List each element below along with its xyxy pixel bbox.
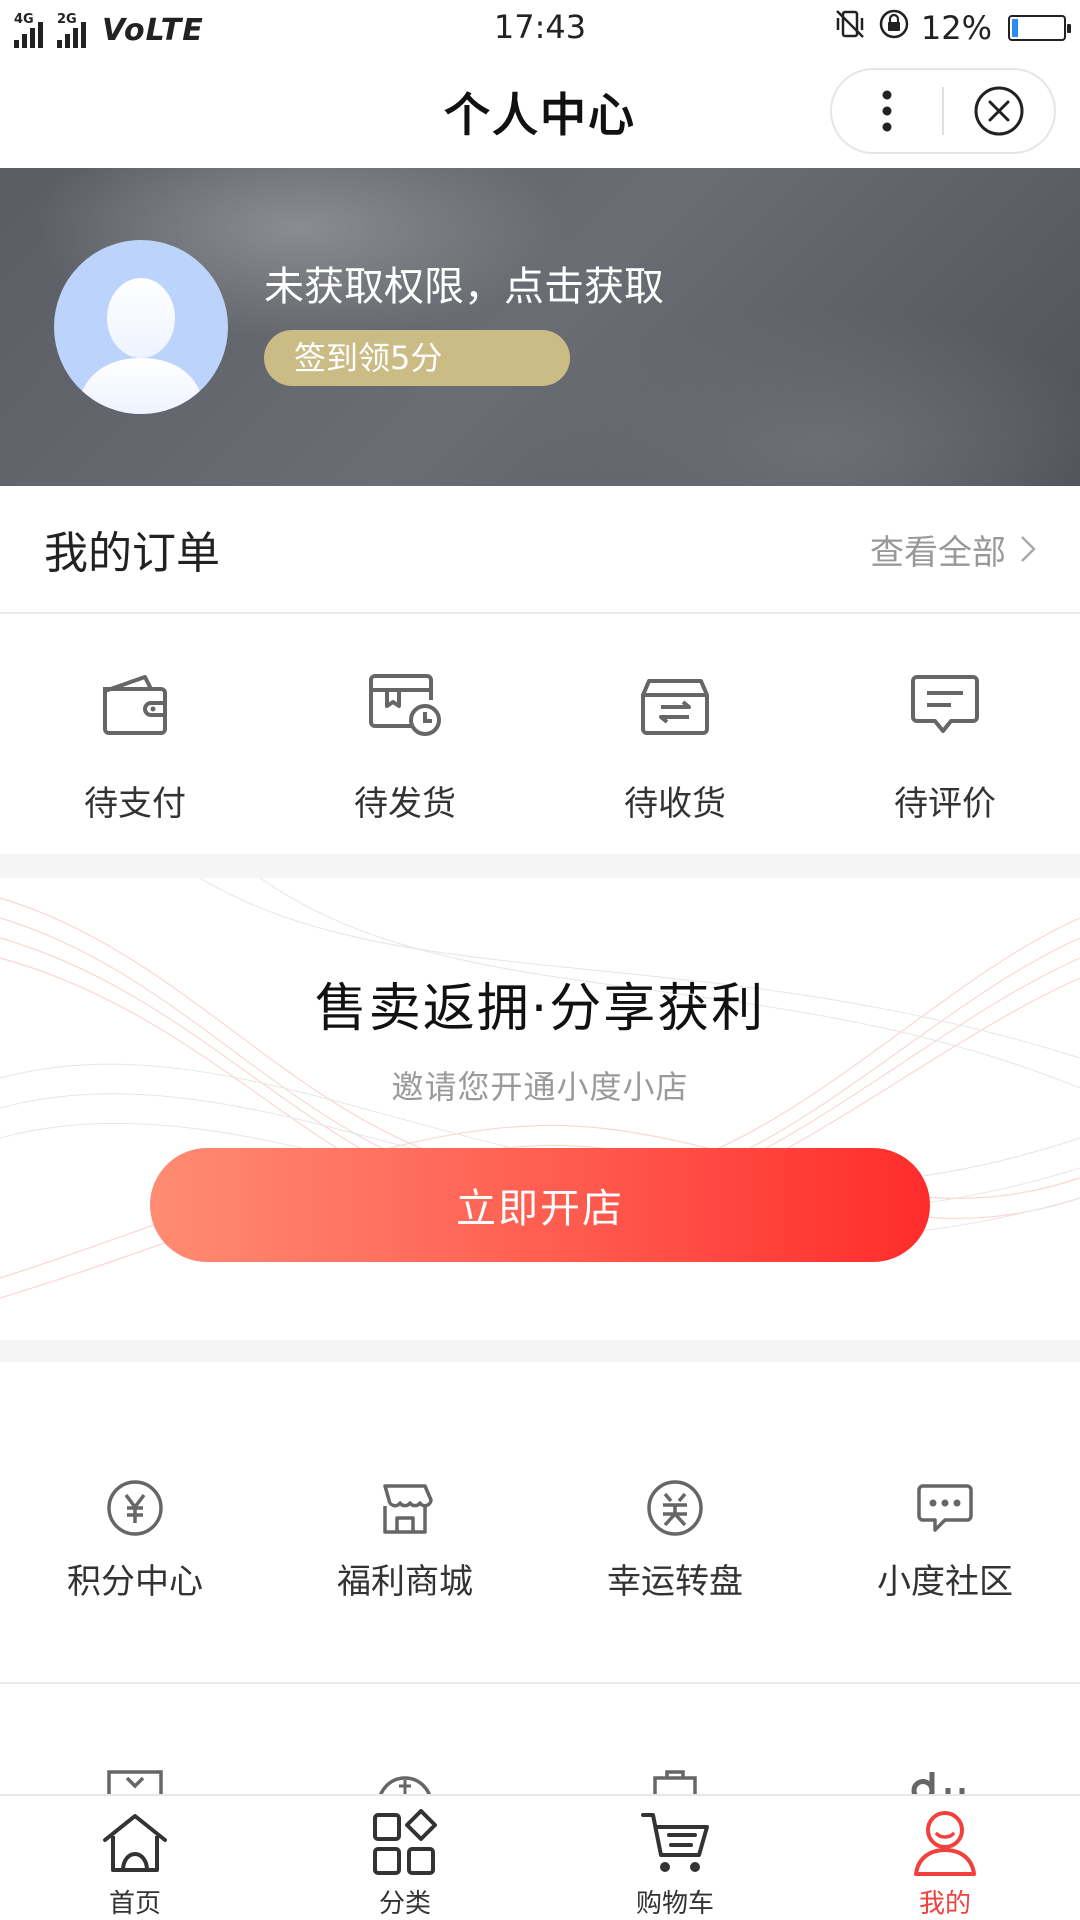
close-icon [974, 86, 1024, 136]
chevron-right-icon [1021, 536, 1036, 562]
order-item-pending-receipt[interactable]: 待收货 [540, 614, 810, 854]
page-title: 个人中心 [444, 88, 636, 142]
category-icon [365, 1804, 445, 1881]
home-icon [95, 1804, 175, 1881]
order-item-pending-payment[interactable]: 待支付 [0, 614, 270, 854]
battery-icon [1008, 15, 1071, 41]
services-grid-row2 [0, 1686, 1080, 1794]
wave-pattern-background [0, 878, 1080, 1299]
order-item-label: 待支付 [84, 784, 186, 824]
tab-cart[interactable]: 购物车 [540, 1796, 810, 1920]
open-store-promo: 售卖返拥·分享获利 邀请您开通小度小店 立即开店 [0, 878, 1080, 1340]
user-icon [905, 1804, 985, 1881]
avatar[interactable] [54, 240, 228, 414]
service-label: 幸运转盘 [607, 1562, 743, 1602]
service-label: 福利商城 [337, 1562, 473, 1602]
tab-home[interactable]: 首页 [0, 1796, 270, 1920]
service-label: 小度社区 [877, 1562, 1013, 1602]
more-button[interactable] [832, 70, 942, 152]
bag-icon [653, 1770, 697, 1794]
shipping-pending-icon [360, 660, 450, 750]
checkin-button[interactable]: 签到领5分 [264, 330, 570, 386]
service-label: 积分中心 [67, 1562, 203, 1602]
tab-mine[interactable]: 我的 [810, 1796, 1080, 1920]
status-bar: 4G 2G VoLTE 17:43 12% [0, 0, 1080, 56]
open-store-button[interactable]: 立即开店 [150, 1148, 930, 1262]
du-logo-icon [911, 1772, 965, 1794]
battery-level [1012, 19, 1019, 37]
bottom-tab-bar: 首页 分类 购物车 我的 [0, 1794, 1080, 1920]
services-grid: 积分中心 福利商城 幸运转盘 小度社区 [0, 1362, 1080, 1684]
service-community[interactable]: 小度社区 [810, 1362, 1080, 1682]
section-divider [0, 1340, 1080, 1362]
service-row2-item-3[interactable] [540, 1686, 810, 1794]
coupon-icon [107, 1770, 163, 1794]
order-item-pending-review[interactable]: 待评价 [810, 614, 1080, 854]
status-time: 17:43 [493, 8, 587, 46]
prize-icon [643, 1476, 707, 1540]
close-button[interactable] [944, 70, 1054, 152]
view-all-label: 查看全部 [870, 532, 1006, 573]
comment-icon [900, 660, 990, 750]
tab-label: 首页 [108, 1889, 161, 1919]
order-status-grid: 待支付 待发货 待收货 待评价 [0, 614, 1080, 854]
tab-category[interactable]: 分类 [270, 1796, 540, 1920]
default-avatar-icon [76, 278, 206, 414]
wallet-icon [90, 660, 180, 750]
service-row2-item-4[interactable] [810, 1686, 1080, 1794]
view-all-orders-link[interactable]: 查看全部 [870, 525, 1036, 574]
yen-circle-icon [103, 1476, 167, 1540]
profile-banner: 未获取权限，点击获取 签到领5分 [0, 168, 1080, 486]
order-item-label: 待收货 [624, 784, 726, 824]
profile-name[interactable]: 未获取权限，点击获取 [264, 254, 664, 312]
service-welfare-mall[interactable]: 福利商城 [270, 1362, 540, 1682]
order-item-label: 待评价 [894, 784, 996, 824]
group-buy-icon [379, 1776, 431, 1794]
promo-title: 售卖返拥·分享获利 [314, 979, 766, 1039]
receive-box-icon [630, 660, 720, 750]
orders-title: 我的订单 [44, 528, 220, 579]
service-row2-item-1[interactable] [0, 1686, 270, 1794]
title-bar: 个人中心 [0, 56, 1080, 168]
service-row2-item-2[interactable] [270, 1686, 540, 1794]
mini-program-capsule [830, 68, 1056, 154]
cart-icon [635, 1804, 715, 1881]
service-lucky-wheel[interactable]: 幸运转盘 [540, 1362, 810, 1682]
storefront-icon [373, 1476, 437, 1540]
tab-label: 购物车 [635, 1889, 714, 1919]
section-divider [0, 854, 1080, 878]
tab-label: 分类 [378, 1889, 431, 1919]
chat-bubble-icon [913, 1476, 977, 1540]
tab-label: 我的 [918, 1889, 971, 1919]
order-item-pending-shipment[interactable]: 待发货 [270, 614, 540, 854]
promo-subtitle: 邀请您开通小度小店 [391, 1068, 689, 1106]
order-item-label: 待发货 [354, 784, 456, 824]
more-dots-icon [882, 90, 892, 132]
orders-header: 我的订单 查看全部 [0, 486, 1080, 614]
service-points-center[interactable]: 积分中心 [0, 1362, 270, 1682]
